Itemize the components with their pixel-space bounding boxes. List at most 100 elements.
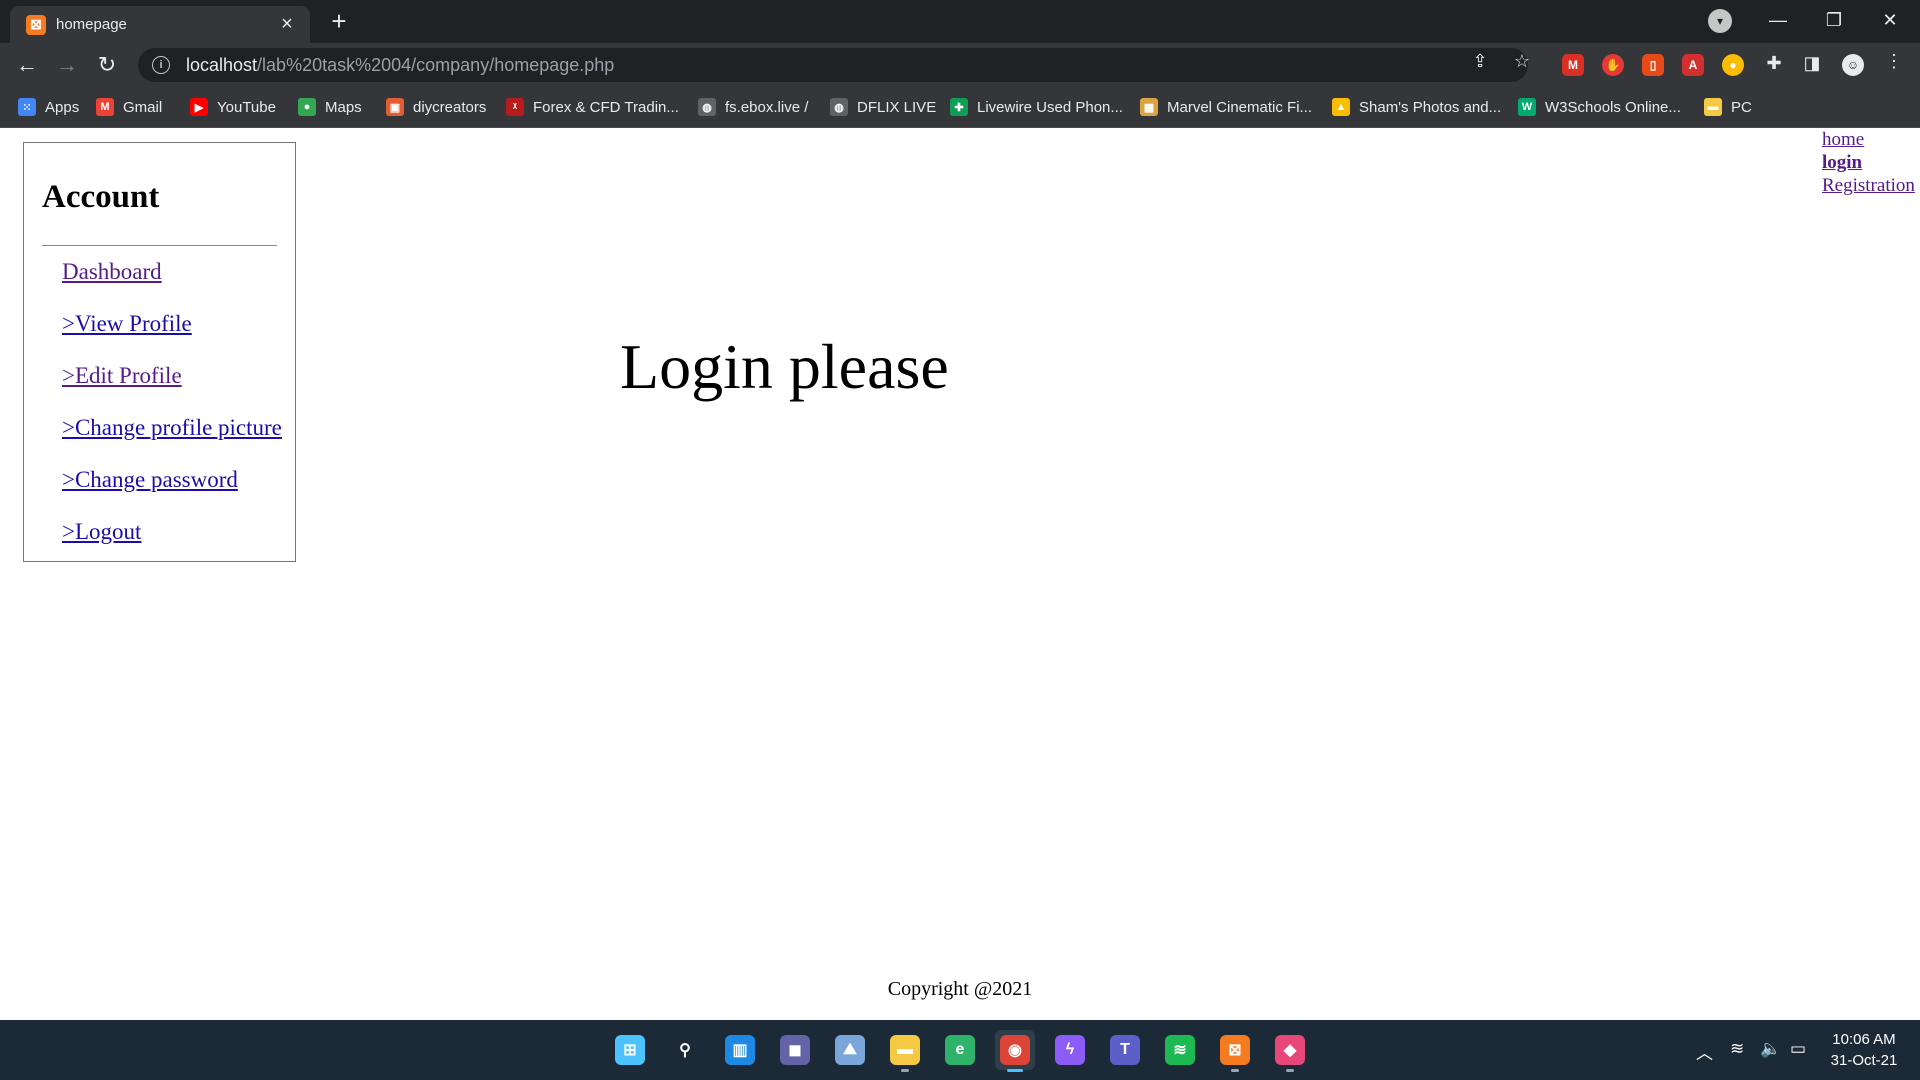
clock-date: 31-Oct-21: [1830, 1052, 1898, 1069]
top-nav: home login Registration: [1822, 128, 1915, 197]
bookmark-forex-cfd-tradin[interactable]: ᵡ Forex & CFD Tradin...: [506, 96, 679, 118]
sidebar-title: Account: [42, 179, 160, 215]
taskbar-paint-button[interactable]: ◆: [1270, 1030, 1310, 1072]
taskbar-file-explorer-button[interactable]: ▬: [885, 1030, 925, 1072]
page-content: Account Dashboard >View Profile >Edit Pr…: [0, 128, 1920, 1020]
taskbar-widgets-button[interactable]: ▥: [720, 1030, 760, 1070]
running-indicator: [1231, 1069, 1239, 1072]
bookmark-star-icon[interactable]: ☆: [1510, 51, 1534, 72]
taskbar-edge-button[interactable]: e: [940, 1030, 980, 1070]
bookmark-livewire-used-phon[interactable]: ✚ Livewire Used Phon...: [950, 96, 1123, 118]
wifi-icon[interactable]: ≋: [1730, 1039, 1744, 1059]
taskbar-chrome-button[interactable]: ◉: [995, 1030, 1035, 1072]
bookmark-label: fs.ebox.live /: [725, 98, 809, 116]
sidebar-link-change-password[interactable]: >Change password: [62, 467, 238, 493]
extensions-puzzle-icon[interactable]: ✚: [1762, 53, 1786, 74]
bookmark-w3schools-online[interactable]: W W3Schools Online...: [1518, 96, 1681, 118]
search-icon: ⚲: [679, 1042, 691, 1059]
windows-taskbar: ⊞ ⚲ ▥ ◼ ⛰ ▬ e ◉ ϟ T ≋ ⊠ ◆ ︿ ≋ 🔈 ▭ 10:06 AM 31-Oct-21: [0, 1020, 1920, 1080]
bookmark-label: PC: [1731, 98, 1752, 116]
bookmark-sham-s-photos-and[interactable]: ▲ Sham's Photos and...: [1332, 96, 1501, 118]
maps-pin-icon: ●: [298, 98, 316, 116]
bookmark-diycreators[interactable]: ▣ diycreators: [386, 96, 486, 118]
taskbar-spotify-button[interactable]: ≋: [1160, 1030, 1200, 1070]
forex-icon: ᵡ: [506, 98, 524, 116]
nav-link-registration[interactable]: Registration: [1822, 174, 1915, 197]
share-icon[interactable]: ⇪: [1468, 51, 1492, 72]
tab-search-icon[interactable]: ▾: [1708, 9, 1732, 33]
bookmark-label: Gmail: [123, 98, 163, 116]
bookmark-apps[interactable]: ⁙ Apps: [18, 96, 79, 118]
taskbar-search-button[interactable]: ⚲: [665, 1030, 705, 1070]
tab-strip: ⊠ homepage × + ▾ — ❐ ✕: [0, 0, 1920, 43]
restore-button[interactable]: ❐: [1806, 0, 1862, 40]
bookmarks-bar: ⁙ Apps M Gmail ▶ YouTube ● Maps ▣ diycreators ᵡ For…: [0, 86, 1920, 128]
spotify-icon: ≋: [1165, 1035, 1195, 1065]
taskbar-clock[interactable]: 10:06 AM 31-Oct-21: [1820, 1029, 1908, 1071]
minimize-button[interactable]: —: [1750, 0, 1806, 40]
bookmark-pc[interactable]: ▬ PC: [1704, 96, 1752, 118]
tab-title: homepage: [56, 16, 127, 33]
edge-icon: e: [945, 1035, 975, 1065]
bookmark-label: YouTube: [217, 98, 276, 116]
url-path: /lab%20task%2004/company/homepage.php: [257, 54, 615, 75]
sidebar-link-edit-profile[interactable]: >Edit Profile: [62, 363, 182, 389]
menu-kebab-icon[interactable]: ⋮: [1882, 51, 1906, 72]
taskbar-start-button[interactable]: ⊞: [610, 1030, 650, 1070]
address-bar[interactable]: i localhost/lab%20task%2004/company/home…: [138, 48, 1528, 82]
gmail-icon: M: [96, 98, 114, 116]
bookmark-maps[interactable]: ● Maps: [298, 96, 362, 118]
sidebar-link-view-profile[interactable]: >View Profile: [62, 311, 192, 337]
bookmark-label: W3Schools Online...: [1545, 98, 1681, 116]
show-hidden-icons-chevron-icon[interactable]: ︿: [1696, 1039, 1713, 1064]
bookmark-label: Forex & CFD Tradin...: [533, 98, 679, 116]
sidebar-link-dashboard[interactable]: Dashboard: [62, 259, 162, 285]
new-tab-button[interactable]: +: [324, 6, 354, 36]
tab-homepage[interactable]: ⊠ homepage ×: [10, 6, 310, 43]
extension-acrobat-icon[interactable]: A: [1682, 54, 1704, 76]
volume-icon[interactable]: 🔈: [1760, 1039, 1781, 1059]
browser-toolbar: ← → ↻ i localhost/lab%20task%2004/compan…: [0, 43, 1920, 86]
side-panel-icon[interactable]: ◨: [1800, 53, 1824, 74]
profile-avatar[interactable]: ☺: [1842, 54, 1864, 76]
sidebar-link-change-profile-picture[interactable]: >Change profile picture: [62, 415, 282, 441]
folder-icon: ▬: [1704, 98, 1722, 116]
sidebar-divider: [42, 245, 277, 246]
extension-colorful-icon[interactable]: ●: [1722, 54, 1744, 76]
extension-m-icon[interactable]: M: [1562, 54, 1584, 76]
taskbar-photos-button[interactable]: ⛰: [830, 1030, 870, 1070]
w3schools-icon: W: [1518, 98, 1536, 116]
account-sidebar: Account Dashboard >View Profile >Edit Pr…: [23, 142, 296, 562]
youtube-icon: ▶: [190, 98, 208, 116]
taskbar-messenger-button[interactable]: ϟ: [1050, 1030, 1090, 1070]
running-indicator: [1286, 1069, 1294, 1072]
back-button[interactable]: ←: [12, 50, 42, 80]
page-heading: Login please: [620, 331, 949, 402]
bookmark-label: Maps: [325, 98, 362, 116]
running-indicator: [1007, 1069, 1023, 1072]
reload-button[interactable]: ↻: [92, 50, 122, 80]
url-host: localhost: [186, 54, 258, 75]
chrome-icon: ◉: [1000, 1035, 1030, 1065]
taskbar-chat-button[interactable]: ◼: [775, 1030, 815, 1070]
taskbar-xampp-button[interactable]: ⊠: [1215, 1030, 1255, 1072]
nav-link-login[interactable]: login: [1822, 151, 1915, 174]
bookmark-fs-ebox-live[interactable]: ◍ fs.ebox.live /: [698, 96, 808, 118]
bookmark-youtube[interactable]: ▶ YouTube: [190, 96, 276, 118]
forward-button[interactable]: →: [52, 50, 82, 80]
google-drive-icon: ▲: [1332, 98, 1350, 116]
clock-time: 10:06 AM: [1832, 1031, 1896, 1048]
extension-hand-icon[interactable]: ✋: [1602, 54, 1624, 76]
taskbar-teams-button[interactable]: T: [1105, 1030, 1145, 1070]
bookmark-dflix-live[interactable]: ◍ DFLIX LIVE: [830, 96, 936, 118]
paint-drop-icon: ◆: [1275, 1035, 1305, 1065]
sidebar-link-logout[interactable]: >Logout: [62, 519, 141, 545]
bookmark-marvel-cinematic-fi[interactable]: ▦ Marvel Cinematic Fi...: [1140, 96, 1312, 118]
nav-link-home[interactable]: home: [1822, 128, 1915, 151]
bookmark-gmail[interactable]: M Gmail: [96, 96, 162, 118]
battery-icon[interactable]: ▭: [1790, 1039, 1806, 1059]
close-window-button[interactable]: ✕: [1862, 0, 1918, 40]
site-info-icon[interactable]: i: [152, 56, 170, 74]
extension-office-icon[interactable]: ▯: [1642, 54, 1664, 76]
close-tab-icon[interactable]: ×: [276, 13, 298, 36]
